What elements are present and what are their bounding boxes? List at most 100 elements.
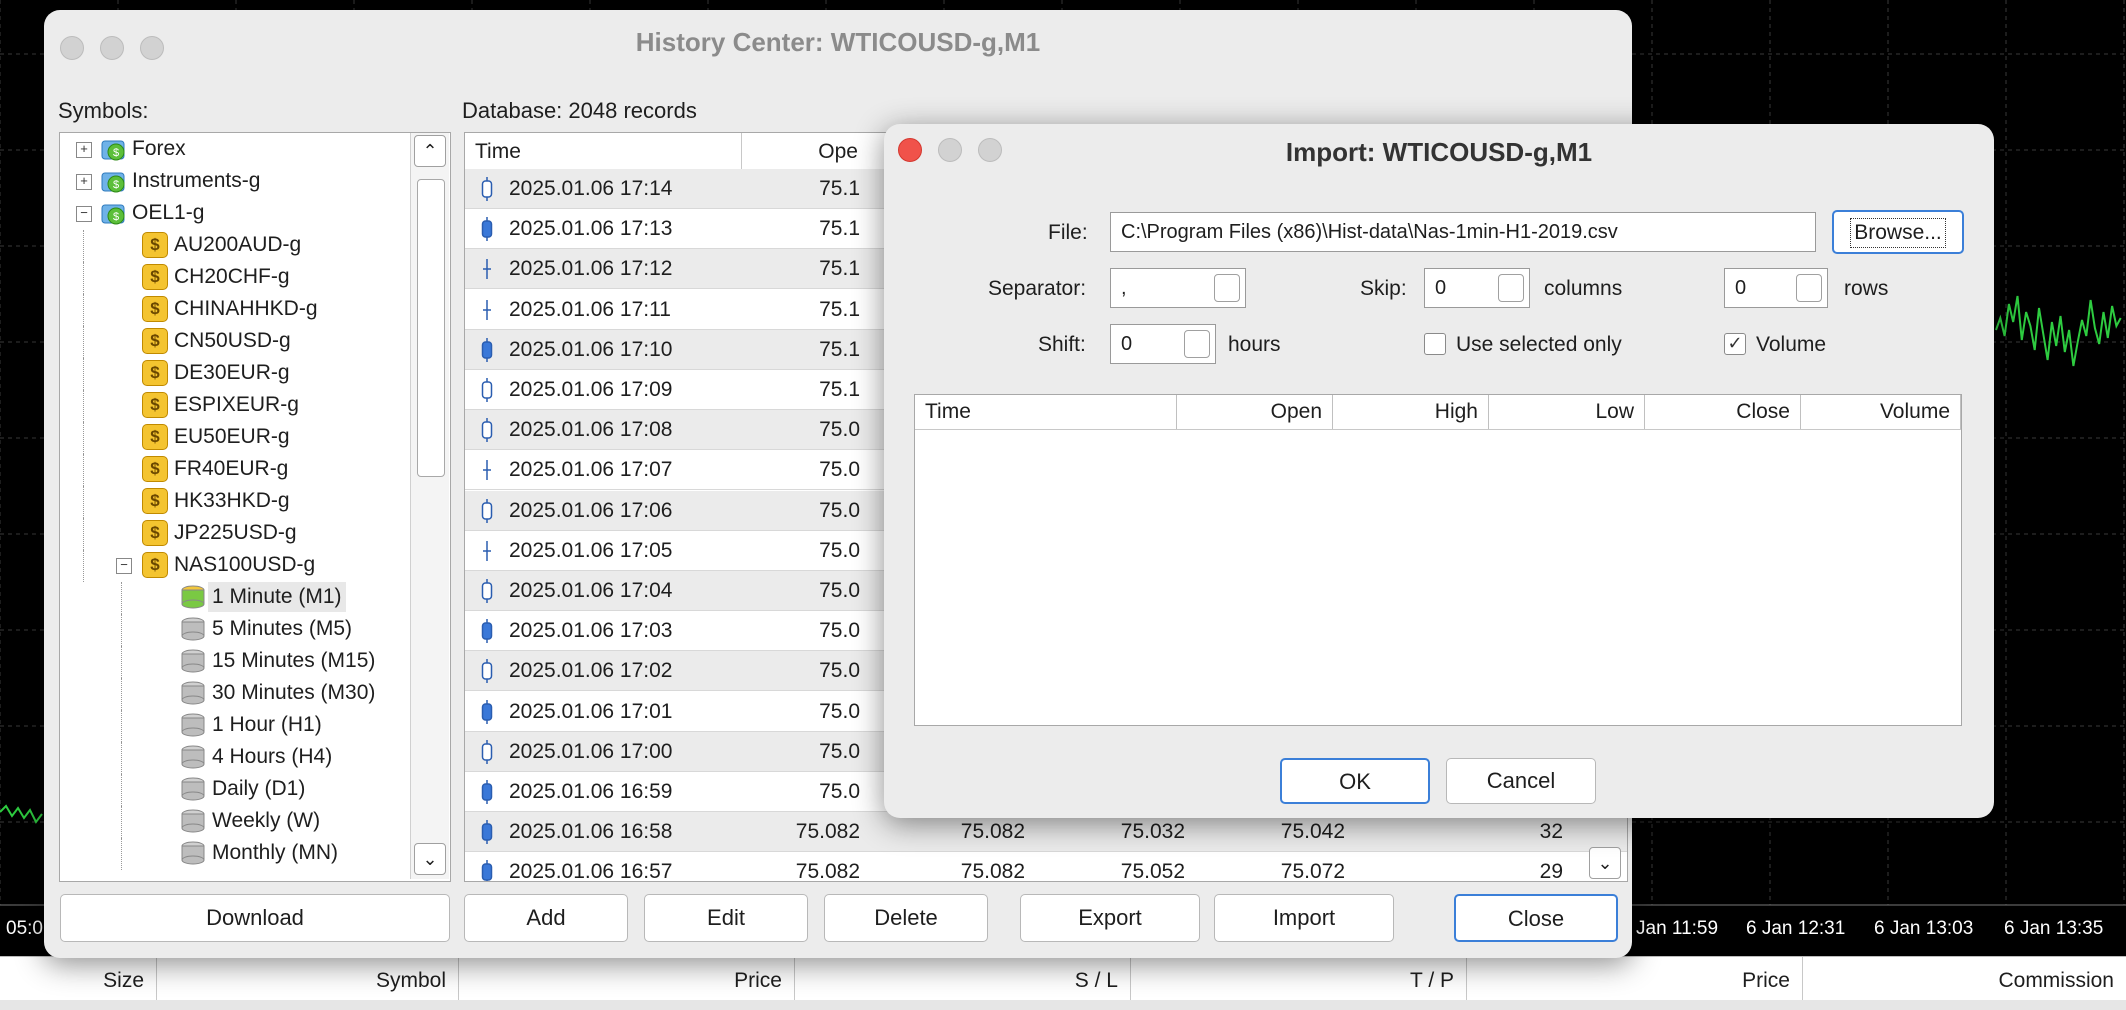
minimize-window-icon[interactable] — [100, 36, 124, 60]
tree-item-symbol[interactable]: $ CN50USD-g — [60, 326, 408, 358]
use-selected-checkbox[interactable] — [1424, 333, 1446, 355]
expand-icon[interactable]: + — [76, 142, 92, 158]
tree-item-symbol[interactable]: $ AU200AUD-g — [60, 230, 408, 262]
skip-rows-select[interactable]: 0 — [1724, 268, 1828, 308]
import-preview-table[interactable]: Time Open High Low Close Volume — [914, 394, 1962, 726]
preview-column-time[interactable]: Time — [915, 395, 1177, 429]
tree-item-symbol[interactable]: $ EU50EUR-g — [60, 422, 408, 454]
tree-item-timeframe[interactable]: Weekly (W) — [60, 806, 408, 838]
symbol-coin-icon: $ — [142, 488, 168, 514]
tree-item-timeframe[interactable]: 1 Minute (M1) — [60, 582, 408, 614]
ok-button[interactable]: OK — [1280, 758, 1430, 804]
chevron-down-icon[interactable] — [1796, 274, 1822, 302]
close-window-icon[interactable] — [898, 138, 922, 162]
export-button[interactable]: Export — [1020, 894, 1200, 942]
tree-item-symbol[interactable]: $ DE30EUR-g — [60, 358, 408, 390]
time-axis-label: 6 Jan 12:31 — [1746, 918, 1846, 939]
column-header-tp[interactable]: T / P — [1131, 957, 1467, 1005]
tree-item-folder[interactable]: + $ Instruments-g — [60, 166, 408, 196]
chevron-down-icon[interactable] — [1184, 330, 1210, 358]
preview-column-low[interactable]: Low — [1489, 395, 1645, 429]
cell-open: 75.0 — [819, 659, 860, 683]
preview-column-open[interactable]: Open — [1177, 395, 1333, 429]
minimize-window-icon[interactable] — [938, 138, 962, 162]
tree-item-timeframe[interactable]: 1 Hour (H1) — [60, 710, 408, 742]
currency-folder-icon: $ — [100, 201, 130, 225]
table-row[interactable]: 2025.01.06 16:58 75.082 75.082 75.032 75.042… — [465, 812, 1627, 853]
use-selected-label: Use selected only — [1456, 333, 1622, 356]
tree-connector — [83, 390, 84, 422]
tree-item-timeframe[interactable]: 4 Hours (H4) — [60, 742, 408, 774]
tree-item-timeframe[interactable]: Daily (D1) — [60, 774, 408, 806]
tree-item-timeframe[interactable]: Monthly (MN) — [60, 838, 408, 870]
edit-button[interactable]: Edit — [644, 894, 808, 942]
column-header-price-2[interactable]: Price — [1467, 957, 1803, 1005]
svg-text:$: $ — [113, 179, 119, 191]
browse-button-label: Browse... — [1850, 218, 1946, 248]
terminal-scroll-area — [0, 1000, 2126, 1010]
tree-item-folder[interactable]: − $ OEL1-g — [60, 198, 408, 228]
tree-item-timeframe[interactable]: 15 Minutes (M15) — [60, 646, 408, 678]
preview-column-volume[interactable]: Volume — [1801, 395, 1961, 429]
tree-connector — [83, 262, 84, 294]
download-button[interactable]: Download — [60, 894, 450, 942]
tree-item-symbol[interactable]: $ CHINAHHKD-g — [60, 294, 408, 326]
chevron-down-icon[interactable] — [1214, 274, 1240, 302]
cell-open: 75.0 — [819, 418, 860, 442]
chevron-down-icon[interactable] — [1498, 274, 1524, 302]
table-row[interactable]: 2025.01.06 16:57 75.082 75.082 75.052 75.072… — [465, 852, 1627, 881]
trade-terminal-header: Size Symbol Price S / L T / P Price Comm… — [0, 956, 2126, 1005]
close-window-icon[interactable] — [60, 36, 84, 60]
scroll-down-icon[interactable]: ⌄ — [1589, 847, 1621, 879]
separator-select[interactable]: , — [1110, 268, 1246, 308]
tree-item-symbol[interactable]: $ CH20CHF-g — [60, 262, 408, 294]
file-path-input[interactable]: C:\Program Files (x86)\Hist-data\Nas-1mi… — [1110, 212, 1816, 252]
tree-item-label: 1 Hour (H1) — [212, 713, 322, 736]
browse-button[interactable]: Browse... — [1832, 210, 1964, 254]
column-header-open[interactable]: Ope — [742, 133, 862, 169]
volume-checkbox[interactable]: ✓ — [1724, 333, 1746, 355]
column-header-price[interactable]: Price — [459, 957, 795, 1005]
tree-connector — [121, 582, 122, 614]
tree-item-symbol[interactable]: $ ESPIXEUR-g — [60, 390, 408, 422]
cell-time: 2025.01.06 16:58 — [509, 820, 673, 844]
scroll-up-icon[interactable]: ⌃ — [414, 135, 446, 167]
candle-icon — [481, 177, 493, 201]
tree-scrollbar[interactable]: ⌃ ⌄ — [410, 133, 449, 879]
zoom-window-icon[interactable] — [978, 138, 1002, 162]
zoom-window-icon[interactable] — [140, 36, 164, 60]
expand-icon[interactable]: + — [76, 174, 92, 190]
column-header-symbol[interactable]: Symbol — [157, 957, 459, 1005]
candle-icon — [481, 337, 493, 362]
candle-icon — [481, 539, 493, 563]
tree-item-timeframe[interactable]: 30 Minutes (M30) — [60, 678, 408, 710]
close-button[interactable]: Close — [1454, 894, 1618, 942]
collapse-icon[interactable]: − — [76, 206, 92, 222]
symbols-tree[interactable]: + $ Forex + $ Instruments-g − $ OEL1-g $ AU200AUD-… — [59, 132, 451, 882]
import-button[interactable]: Import — [1214, 894, 1394, 942]
tree-item-timeframe[interactable]: 5 Minutes (M5) — [60, 614, 408, 646]
tree-item-folder[interactable]: + $ Forex — [60, 134, 408, 164]
history-center-title: History Center: WTICOUSD-g,M1 — [635, 27, 1041, 57]
preview-column-high[interactable]: High — [1333, 395, 1489, 429]
tree-item-label: EU50EUR-g — [174, 425, 290, 448]
scroll-down-icon[interactable]: ⌄ — [414, 843, 446, 875]
collapse-icon[interactable]: − — [116, 558, 132, 574]
column-header-commission[interactable]: Commission — [1803, 957, 2126, 1005]
volume-label: Volume — [1756, 333, 1827, 356]
add-button[interactable]: Add — [464, 894, 628, 942]
column-header-size[interactable]: Size — [0, 957, 157, 1005]
shift-select[interactable]: 0 — [1110, 324, 1216, 364]
skip-columns-select[interactable]: 0 — [1424, 268, 1530, 308]
tree-item-symbol[interactable]: $ HK33HKD-g — [60, 486, 408, 518]
tree-item-symbol[interactable]: − $ NAS100USD-g — [60, 550, 408, 582]
cancel-button[interactable]: Cancel — [1446, 758, 1596, 804]
scroll-thumb[interactable] — [417, 179, 445, 477]
preview-column-close[interactable]: Close — [1645, 395, 1801, 429]
column-header-sl[interactable]: S / L — [795, 957, 1131, 1005]
tree-item-symbol[interactable]: $ JP225USD-g — [60, 518, 408, 550]
delete-button[interactable]: Delete — [824, 894, 988, 942]
candle-icon — [481, 257, 493, 281]
tree-item-symbol[interactable]: $ FR40EUR-g — [60, 454, 408, 486]
column-header-time[interactable]: Time — [465, 133, 742, 169]
